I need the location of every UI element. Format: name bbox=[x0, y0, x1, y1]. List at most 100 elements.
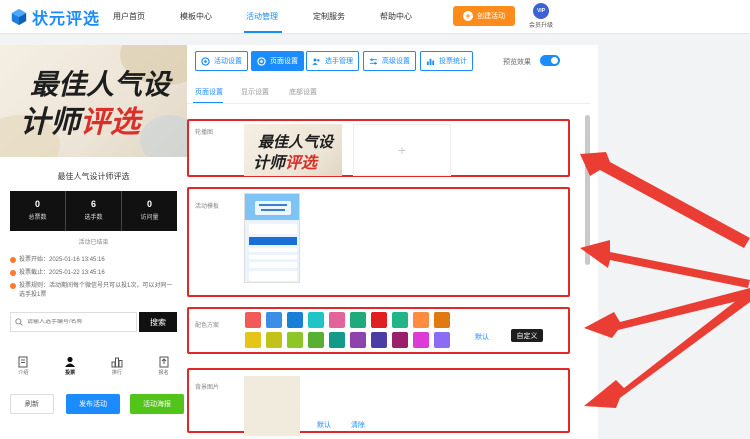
color-swatch[interactable] bbox=[266, 312, 282, 328]
color-scheme-label: 配色方案 bbox=[195, 323, 220, 329]
plus-icon: + bbox=[397, 142, 407, 158]
carousel-label: 轮播图 bbox=[195, 130, 214, 136]
template-label: 活动模板 bbox=[195, 204, 220, 210]
tab-advanced-settings[interactable]: 高级设置 bbox=[363, 51, 416, 71]
carousel-section: 轮播图 最佳人气设 计师评选 + bbox=[187, 119, 570, 177]
color-swatch[interactable] bbox=[287, 332, 303, 348]
refresh-button[interactable]: 刷新 bbox=[10, 394, 54, 414]
color-swatch[interactable] bbox=[266, 332, 282, 348]
ranking-icon bbox=[111, 357, 123, 368]
color-scheme-section: 配色方案 默认 自定义 bbox=[187, 307, 570, 354]
color-swatch[interactable] bbox=[392, 312, 408, 328]
color-swatch[interactable] bbox=[434, 312, 450, 328]
upload-icon bbox=[159, 356, 169, 368]
background-image-section: 背景图片 默认 清除 bbox=[187, 368, 570, 436]
subtab-page-settings[interactable]: 页面设置 bbox=[195, 87, 223, 97]
info-icon bbox=[10, 283, 16, 289]
color-swatch[interactable] bbox=[308, 312, 324, 328]
contestant-search[interactable] bbox=[10, 312, 137, 332]
search-button[interactable]: 搜索 bbox=[139, 312, 177, 332]
tab-signup[interactable]: 报名 bbox=[140, 352, 187, 378]
vote-rules-info: 投票规则：活动期间每个微信号只可以投1次，可以对同一选手投1票 bbox=[10, 282, 178, 300]
tab-contestant-management[interactable]: 选手管理 bbox=[306, 51, 359, 71]
vip-upgrade[interactable]: VIP 会员升级 bbox=[526, 3, 556, 29]
background-default-button[interactable]: 默认 bbox=[317, 420, 331, 430]
arrow-background bbox=[584, 290, 750, 408]
logo-cube-icon bbox=[11, 8, 27, 26]
nav-item-activity-management[interactable]: 活动管理 bbox=[246, 11, 278, 22]
gear-icon bbox=[201, 56, 210, 66]
gear-icon bbox=[257, 56, 266, 66]
subtab-footer-settings[interactable]: 底部设置 bbox=[289, 87, 317, 97]
color-swatch[interactable] bbox=[350, 312, 366, 328]
arrow-template bbox=[580, 240, 750, 288]
color-swatch[interactable] bbox=[287, 312, 303, 328]
stat-contestants: 6 选手数 bbox=[66, 191, 122, 231]
scheme-custom-button[interactable]: 自定义 bbox=[511, 329, 543, 342]
clock-icon bbox=[10, 257, 16, 263]
create-activity-label: 创建活动 bbox=[477, 13, 505, 20]
search-icon bbox=[15, 318, 23, 326]
users-icon bbox=[312, 58, 320, 65]
activity-status: 活动已结束 bbox=[78, 240, 109, 246]
background-image-label: 背景图片 bbox=[195, 385, 220, 391]
tab-vote[interactable]: 投票 bbox=[47, 352, 94, 378]
color-swatch[interactable] bbox=[371, 332, 387, 348]
scheme-default-button[interactable]: 默认 bbox=[475, 332, 489, 342]
bar-chart-icon bbox=[426, 58, 435, 65]
activity-title: 最佳人气设计师评选 bbox=[57, 172, 130, 181]
color-swatch[interactable] bbox=[392, 332, 408, 348]
nav-item-custom-service[interactable]: 定制服务 bbox=[313, 11, 345, 22]
add-carousel-image-button[interactable]: + bbox=[353, 124, 451, 176]
subtab-divider bbox=[187, 103, 591, 104]
top-nav: 状元评选 用户首页 模板中心 活动管理 定制服务 帮助中心 + 创建活动 VIP… bbox=[0, 0, 750, 34]
background-image-preview[interactable] bbox=[244, 376, 300, 436]
color-swatch[interactable] bbox=[329, 312, 345, 328]
nav-active-indicator bbox=[244, 31, 282, 33]
settings-panel: 活动设置 页面设置 选手管理 高级设置 投票统计 预览效果 页面设置 显示设置 … bbox=[187, 45, 598, 439]
activity-title-card: 最佳人气设计师评选 bbox=[0, 157, 187, 183]
stats-panel: 0 总票数 6 选手数 0 访问量 bbox=[10, 191, 177, 231]
person-icon bbox=[65, 356, 76, 367]
activity-poster-button[interactable]: 活动海报 bbox=[130, 394, 184, 414]
vip-label: 会员升级 bbox=[528, 23, 553, 29]
background-clear-button[interactable]: 清除 bbox=[351, 420, 365, 430]
tab-ranking[interactable]: 排行 bbox=[94, 352, 141, 378]
carousel-image[interactable]: 最佳人气设 计师评选 bbox=[244, 124, 342, 176]
tab-vote-statistics[interactable]: 投票统计 bbox=[420, 51, 473, 71]
color-swatch[interactable] bbox=[413, 312, 429, 328]
color-swatch[interactable] bbox=[245, 312, 261, 328]
color-swatch[interactable] bbox=[308, 332, 324, 348]
tab-page-settings[interactable]: 页面设置 bbox=[251, 51, 304, 71]
annotation-arrows bbox=[580, 152, 750, 408]
brand-name: 状元评选 bbox=[32, 11, 101, 28]
publish-activity-button[interactable]: 发布活动 bbox=[66, 394, 120, 414]
arrow-carousel bbox=[580, 152, 750, 248]
tab-intro[interactable]: 介绍 bbox=[0, 352, 47, 378]
clock-icon bbox=[10, 270, 16, 276]
stat-visits: 0 访问量 bbox=[140, 199, 159, 221]
preview-effect-toggle[interactable] bbox=[540, 55, 560, 66]
subtab-display-settings[interactable]: 显示设置 bbox=[241, 87, 269, 97]
search-input[interactable] bbox=[27, 319, 127, 325]
template-thumbnail[interactable] bbox=[244, 193, 300, 283]
stat-total-votes: 0 总票数 bbox=[10, 191, 66, 231]
color-swatch[interactable] bbox=[245, 332, 261, 348]
color-swatch[interactable] bbox=[413, 332, 429, 348]
banner-line-2: 计师评选 bbox=[20, 105, 140, 140]
create-activity-button[interactable]: + 创建活动 bbox=[453, 6, 515, 26]
color-swatch[interactable] bbox=[350, 332, 366, 348]
tab-activity-settings[interactable]: 活动设置 bbox=[195, 51, 248, 71]
color-swatch[interactable] bbox=[434, 332, 450, 348]
color-swatch[interactable] bbox=[371, 312, 387, 328]
template-preview-image bbox=[245, 194, 299, 281]
logo[interactable]: 状元评选 bbox=[10, 6, 100, 28]
nav-item-user-home[interactable]: 用户首页 bbox=[113, 11, 145, 22]
nav-item-templates[interactable]: 模板中心 bbox=[180, 11, 212, 22]
phone-preview: 最佳人气设 计师评选 最佳人气设计师评选 0 总票数 6 选手数 0 访问量 活… bbox=[0, 45, 187, 439]
preview-effect-label: 预览效果 bbox=[503, 59, 531, 66]
color-swatch[interactable] bbox=[329, 332, 345, 348]
vote-end-info: 投票截止：2025-01-22 13:45:16 bbox=[10, 269, 178, 278]
nav-item-help-center[interactable]: 帮助中心 bbox=[380, 11, 412, 22]
sliders-icon bbox=[369, 58, 378, 64]
